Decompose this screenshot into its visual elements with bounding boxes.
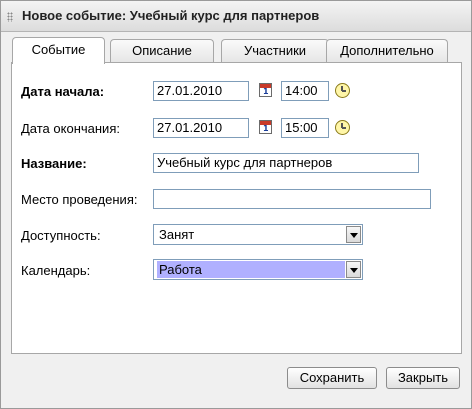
calendar-icon[interactable]: 1 [259,83,272,97]
end-date-label: Дата окончания: [21,121,120,136]
location-input[interactable] [153,189,431,209]
tab-bar: Событие Описание Участники Дополнительно [11,37,461,64]
clock-icon[interactable] [335,83,350,98]
start-date-input[interactable]: 27.01.2010 [153,81,249,101]
start-date-label: Дата начала: [21,84,105,99]
name-input[interactable]: Учебный курс для партнеров [153,153,419,173]
end-time-input[interactable]: 15:00 [281,118,329,138]
drag-grip-icon[interactable] [7,12,13,22]
name-label: Название: [21,156,87,171]
save-button[interactable]: Сохранить [287,367,377,389]
calendar-icon[interactable]: 1 [259,120,272,134]
event-dialog: Новое событие: Учебный курс для партнеро… [0,0,472,409]
tab-description[interactable]: Описание [110,39,214,62]
end-date-input[interactable]: 27.01.2010 [153,118,249,138]
clock-icon[interactable] [335,120,350,135]
location-label: Место проведения: [21,192,138,207]
calendar-label: Календарь: [21,263,91,278]
close-button[interactable]: Закрыть [386,367,460,389]
tab-additional[interactable]: Дополнительно [326,39,448,62]
chevron-down-icon[interactable] [346,261,361,278]
tab-event[interactable]: Событие [12,37,105,64]
start-time-input[interactable]: 14:00 [281,81,329,101]
availability-value: Занят [159,227,195,242]
tab-participants[interactable]: Участники [221,39,329,62]
calendar-icon-day: 1 [263,87,269,96]
calendar-icon-day: 1 [263,124,269,133]
availability-select[interactable]: Занят [153,224,363,245]
chevron-down-icon[interactable] [346,226,361,243]
title-bar[interactable]: Новое событие: Учебный курс для партнеро… [1,1,471,32]
dialog-title: Новое событие: Учебный курс для партнеро… [22,8,320,23]
calendar-value: Работа [157,261,345,278]
availability-label: Доступность: [21,228,101,243]
calendar-select[interactable]: Работа [153,259,363,280]
